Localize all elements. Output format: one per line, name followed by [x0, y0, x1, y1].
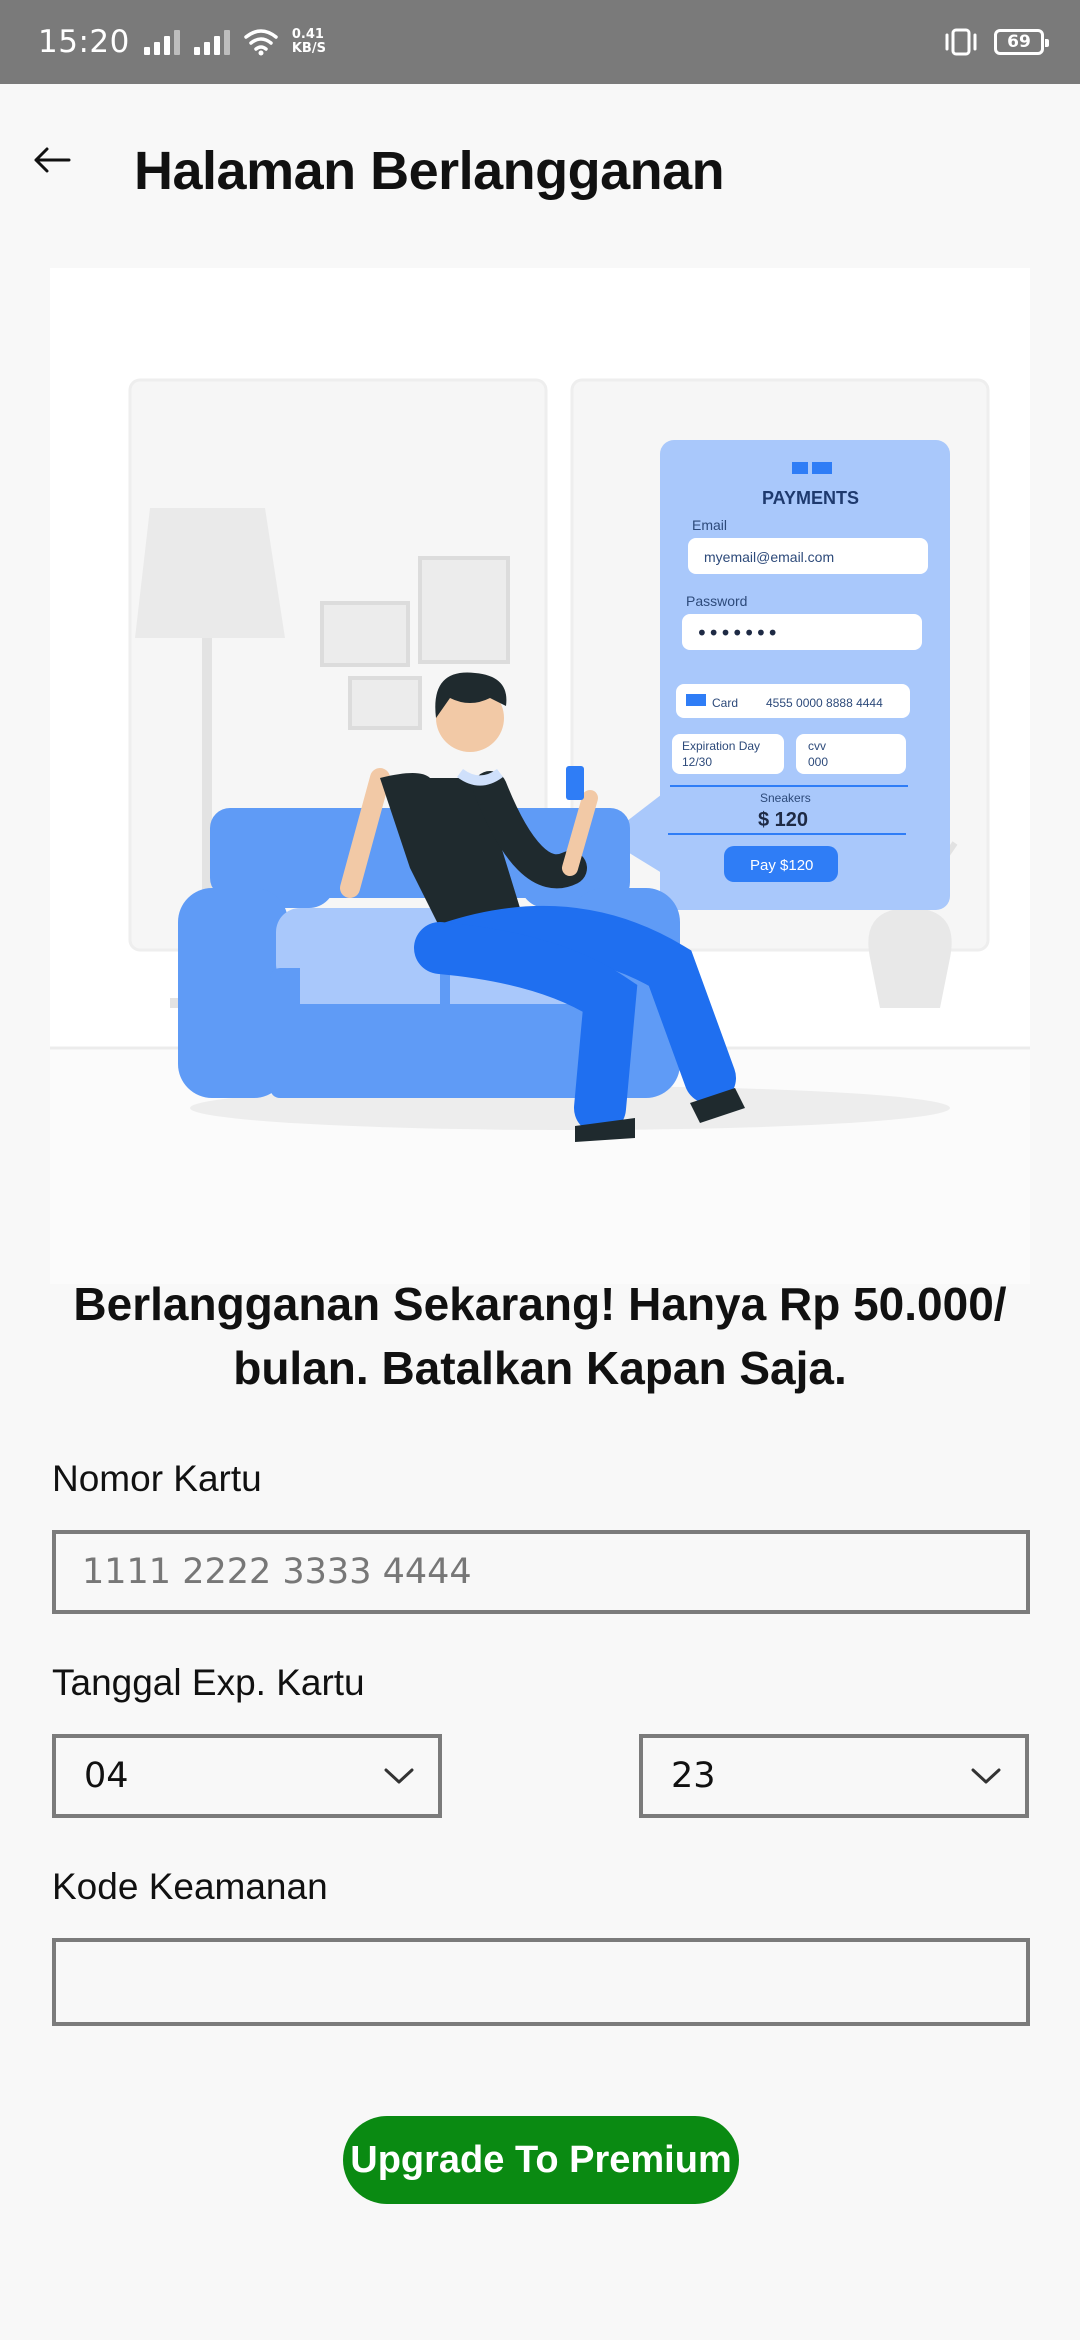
subscription-headline: Berlangganan Sekarang! Hanya Rp 50.000/ …	[50, 1272, 1030, 1400]
card-label-art: Card	[712, 696, 738, 710]
expiry-year-select[interactable]: 23	[639, 1734, 1029, 1818]
arrow-left-icon	[34, 147, 71, 173]
app-header: Halaman Berlangganan	[0, 84, 1080, 264]
product-label-art: Sneakers	[760, 791, 811, 805]
network-speed-unit: KB/S	[291, 41, 326, 56]
status-right: 69	[942, 27, 1049, 57]
status-time: 15:20	[38, 24, 130, 60]
security-code-label: Kode Keamanan	[52, 1866, 328, 1907]
chevron-down-icon	[384, 1768, 414, 1784]
upgrade-premium-button[interactable]: Upgrade To Premium	[343, 2116, 739, 2204]
pay-button-art: Pay $120	[750, 857, 813, 874]
expiry-month-value: 04	[84, 1756, 129, 1796]
product-price-art: $ 120	[758, 809, 808, 831]
cvv-value-art: 000	[808, 755, 828, 769]
status-left: 15:20 0.41 KB/S	[38, 24, 326, 60]
card-number-input[interactable]	[52, 1530, 1030, 1614]
expiry-label: Tanggal Exp. Kartu	[52, 1662, 365, 1703]
payments-title: PAYMENTS	[762, 488, 859, 508]
back-button[interactable]	[28, 136, 76, 184]
exp-value-art: 12/30	[682, 755, 712, 769]
signal-1-icon	[143, 29, 180, 55]
headline-line-1: Berlangganan Sekarang! Hanya Rp 50.000/	[73, 1278, 1007, 1330]
vibrate-icon	[945, 28, 977, 56]
battery-icon: 69	[994, 29, 1049, 55]
expiry-month-select[interactable]: 04	[52, 1734, 442, 1818]
card-number-art: 4555 0000 8888 4444	[766, 696, 883, 710]
exp-label-art: Expiration Day	[682, 739, 760, 753]
email-value-art: myemail@email.com	[704, 549, 834, 565]
battery-level: 69	[1007, 32, 1031, 52]
expiry-year-value: 23	[671, 1756, 716, 1796]
password-label-art: Password	[686, 593, 747, 609]
wifi-icon	[244, 29, 278, 56]
cvv-label-art: cvv	[808, 739, 826, 753]
payment-illustration: PAYMENTS Email myemail@email.com Passwor…	[50, 268, 1030, 1284]
network-speed: 0.41 KB/S	[292, 28, 326, 56]
network-speed-value: 0.41	[291, 27, 324, 42]
payment-illustration-art: PAYMENTS Email myemail@email.com Passwor…	[50, 378, 1030, 1284]
headline-line-2: bulan. Batalkan Kapan Saja.	[233, 1342, 847, 1394]
security-code-input[interactable]	[52, 1938, 1030, 2026]
signal-2-icon	[193, 29, 230, 55]
password-mask-art: •••••••	[696, 621, 779, 645]
chevron-down-icon	[971, 1768, 1001, 1784]
page-title: Halaman Berlangganan	[134, 141, 725, 201]
card-number-label: Nomor Kartu	[52, 1458, 262, 1499]
status-bar: 15:20 0.41 KB/S 69	[0, 0, 1080, 84]
email-label-art: Email	[692, 517, 727, 533]
